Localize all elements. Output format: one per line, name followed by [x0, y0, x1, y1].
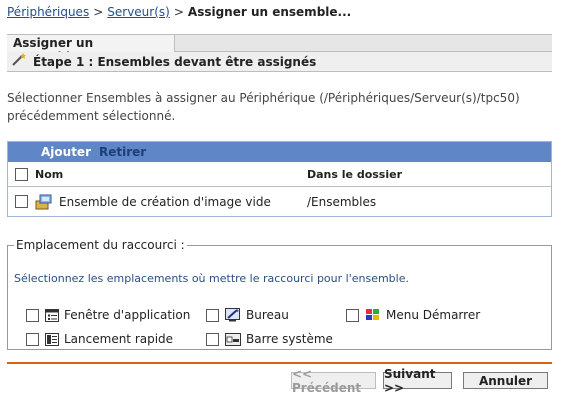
shortcut-hint: Sélectionnez les emplacements où mettre …	[14, 272, 409, 285]
start-menu-label: Menu Démarrer	[386, 308, 481, 322]
breadcrumb: Périphériques > Serveur(s) > Assigner un ens…	[7, 5, 351, 19]
previous-button[interactable]: << Précédent	[291, 367, 376, 395]
desktop-icon	[225, 308, 241, 322]
desktop-checkbox[interactable]	[206, 308, 219, 322]
imaging-bundle-icon	[35, 194, 53, 210]
step-header: Étape 1 : Ensembles devant être assignés	[7, 52, 552, 72]
option-quick-launch[interactable]: Lancement rapide	[26, 332, 173, 346]
table-action-bar: Ajouter Retirer	[8, 142, 551, 162]
app-window-label: Fenêtre d'application	[64, 308, 191, 322]
next-button[interactable]: Suivant >>	[383, 367, 452, 395]
page-description: Sélectionner Ensembles à assigner au Pér…	[7, 91, 520, 123]
column-header-folder[interactable]: Dans le dossier	[307, 168, 551, 181]
table-row: Ensemble de création d'image vide /Ensem…	[8, 187, 551, 216]
application-window-icon	[45, 308, 59, 322]
breadcrumb-current: Assigner un ensemble...	[187, 5, 352, 19]
bundle-name[interactable]: Ensemble de création d'image vide	[59, 195, 271, 209]
shortcut-legend: Emplacement du raccourci :	[16, 238, 185, 252]
option-desktop[interactable]: Bureau	[206, 308, 289, 322]
system-tray-checkbox[interactable]	[206, 332, 219, 346]
option-start-menu[interactable]: Menu Démarrer	[346, 308, 480, 322]
remove-button[interactable]: Retirer	[99, 145, 146, 159]
bundles-table: Ajouter Retirer Nom Dans le dossier Ense…	[7, 141, 552, 217]
bundle-folder: /Ensembles	[307, 194, 377, 209]
wizard-tabbar: Assigner un ensemble...	[7, 34, 552, 64]
cancel-button[interactable]: Annuler	[463, 372, 548, 389]
quick-launch-label: Lancement rapide	[64, 332, 174, 346]
breadcrumb-devices-link[interactable]: Périphériques	[7, 5, 89, 19]
tab-assign-bundle[interactable]: Assigner un ensemble...	[7, 35, 175, 64]
table-header: Nom Dans le dossier	[8, 162, 551, 187]
breadcrumb-separator: >	[93, 5, 104, 19]
row-checkbox[interactable]	[15, 195, 28, 208]
option-app-window[interactable]: Fenêtre d'application	[26, 308, 190, 322]
add-button[interactable]: Ajouter	[41, 145, 91, 159]
desktop-label: Bureau	[246, 308, 289, 322]
column-header-name[interactable]: Nom	[35, 168, 307, 181]
app-window-checkbox[interactable]	[26, 308, 39, 322]
system-tray-icon	[225, 332, 241, 346]
breadcrumb-servers-link[interactable]: Serveur(s)	[107, 5, 170, 19]
quick-launch-icon	[45, 332, 59, 346]
start-menu-icon	[365, 308, 381, 322]
wizard-wand-icon	[11, 53, 27, 70]
option-system-tray[interactable]: Barre système	[206, 332, 333, 346]
step-title: Étape 1 : Ensembles devant être assignés	[33, 54, 317, 69]
shortcut-location-group: Emplacement du raccourci : Sélectionnez …	[7, 238, 552, 350]
select-all-checkbox[interactable]	[15, 167, 28, 181]
breadcrumb-separator: >	[173, 5, 184, 19]
system-tray-label: Barre système	[246, 332, 333, 346]
footer-divider	[7, 362, 552, 364]
start-menu-checkbox[interactable]	[346, 308, 359, 322]
quick-launch-checkbox[interactable]	[26, 332, 39, 346]
